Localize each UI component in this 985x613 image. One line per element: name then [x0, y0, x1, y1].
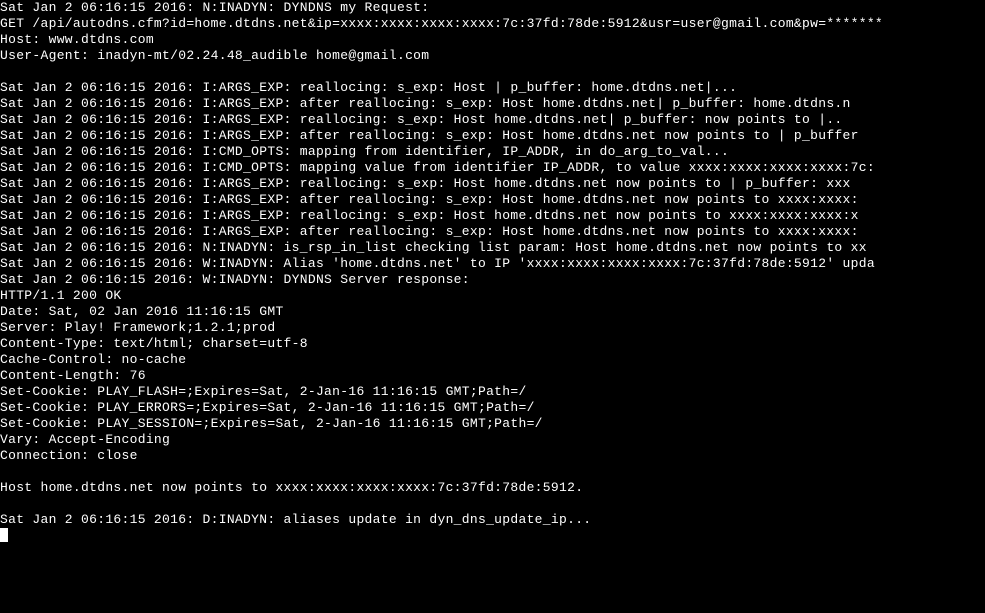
log-line: Set-Cookie: PLAY_SESSION=;Expires=Sat, 2… [0, 416, 985, 432]
log-line: HTTP/1.1 200 OK [0, 288, 985, 304]
terminal-output[interactable]: Sat Jan 2 06:16:15 2016: N:INADYN: DYNDN… [0, 0, 985, 543]
log-line: Sat Jan 2 06:16:15 2016: N:INADYN: DYNDN… [0, 0, 985, 16]
log-line: Host home.dtdns.net now points to xxxx:x… [0, 480, 985, 496]
log-line: Sat Jan 2 06:16:15 2016: I:CMD_OPTS: map… [0, 160, 985, 176]
log-line: Set-Cookie: PLAY_FLASH=;Expires=Sat, 2-J… [0, 384, 985, 400]
log-line: Sat Jan 2 06:16:15 2016: N:INADYN: is_rs… [0, 240, 985, 256]
log-line: Sat Jan 2 06:16:15 2016: I:CMD_OPTS: map… [0, 144, 985, 160]
log-line: Content-Length: 76 [0, 368, 985, 384]
log-line: Sat Jan 2 06:16:15 2016: I:ARGS_EXP: aft… [0, 128, 985, 144]
log-line: Server: Play! Framework;1.2.1;prod [0, 320, 985, 336]
log-line [0, 64, 985, 80]
log-line [0, 496, 985, 512]
log-line: Date: Sat, 02 Jan 2016 11:16:15 GMT [0, 304, 985, 320]
log-line: Sat Jan 2 06:16:15 2016: I:ARGS_EXP: aft… [0, 96, 985, 112]
cursor-icon [0, 528, 8, 542]
log-line: Sat Jan 2 06:16:15 2016: I:ARGS_EXP: aft… [0, 224, 985, 240]
log-line: Sat Jan 2 06:16:15 2016: I:ARGS_EXP: rea… [0, 80, 985, 96]
log-line: Sat Jan 2 06:16:15 2016: I:ARGS_EXP: rea… [0, 208, 985, 224]
log-line: Set-Cookie: PLAY_ERRORS=;Expires=Sat, 2-… [0, 400, 985, 416]
log-line: Host: www.dtdns.com [0, 32, 985, 48]
log-line: Sat Jan 2 06:16:15 2016: W:INADYN: Alias… [0, 256, 985, 272]
log-line: Connection: close [0, 448, 985, 464]
log-line: Content-Type: text/html; charset=utf-8 [0, 336, 985, 352]
log-line: Sat Jan 2 06:16:15 2016: D:INADYN: alias… [0, 512, 985, 528]
log-line: Vary: Accept-Encoding [0, 432, 985, 448]
log-line: Sat Jan 2 06:16:15 2016: I:ARGS_EXP: rea… [0, 176, 985, 192]
log-line: Cache-Control: no-cache [0, 352, 985, 368]
log-line: GET /api/autodns.cfm?id=home.dtdns.net&i… [0, 16, 985, 32]
log-line [0, 464, 985, 480]
log-line: Sat Jan 2 06:16:15 2016: I:ARGS_EXP: aft… [0, 192, 985, 208]
log-line: Sat Jan 2 06:16:15 2016: W:INADYN: DYNDN… [0, 272, 985, 288]
log-line: User-Agent: inadyn-mt/02.24.48_audible h… [0, 48, 985, 64]
cursor-line[interactable] [0, 527, 985, 543]
log-line: Sat Jan 2 06:16:15 2016: I:ARGS_EXP: rea… [0, 112, 985, 128]
